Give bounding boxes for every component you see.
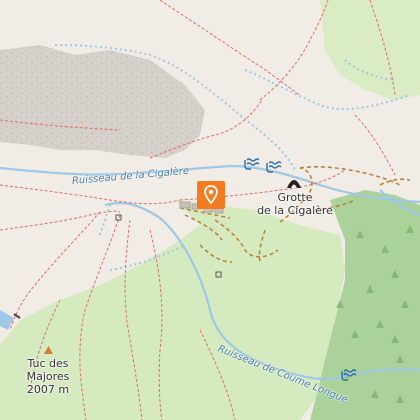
peak-label: Tuc des Majores 2007 m xyxy=(18,357,78,396)
meadow-area xyxy=(320,0,420,100)
spring-icon xyxy=(266,161,282,173)
peak-name-line1: Tuc des xyxy=(27,357,69,370)
scree-area xyxy=(0,45,205,158)
cave-label-line2: de la Cigalère xyxy=(257,204,333,217)
peak-elevation: 2007 m xyxy=(26,383,70,396)
peak-name-line2: Majores xyxy=(26,370,70,383)
map-view[interactable]: Grotte de la Cigalère Tuc des Majores 20… xyxy=(0,0,420,420)
cave-label: Grotte de la Cigalère xyxy=(255,191,335,217)
spring-icon xyxy=(244,158,260,170)
map-pin-icon[interactable] xyxy=(197,181,225,209)
cave-icon xyxy=(287,180,301,188)
cave-label-line1: Grotte xyxy=(277,191,313,204)
spring-icon xyxy=(341,369,357,381)
peak-triangle-icon xyxy=(44,346,53,354)
